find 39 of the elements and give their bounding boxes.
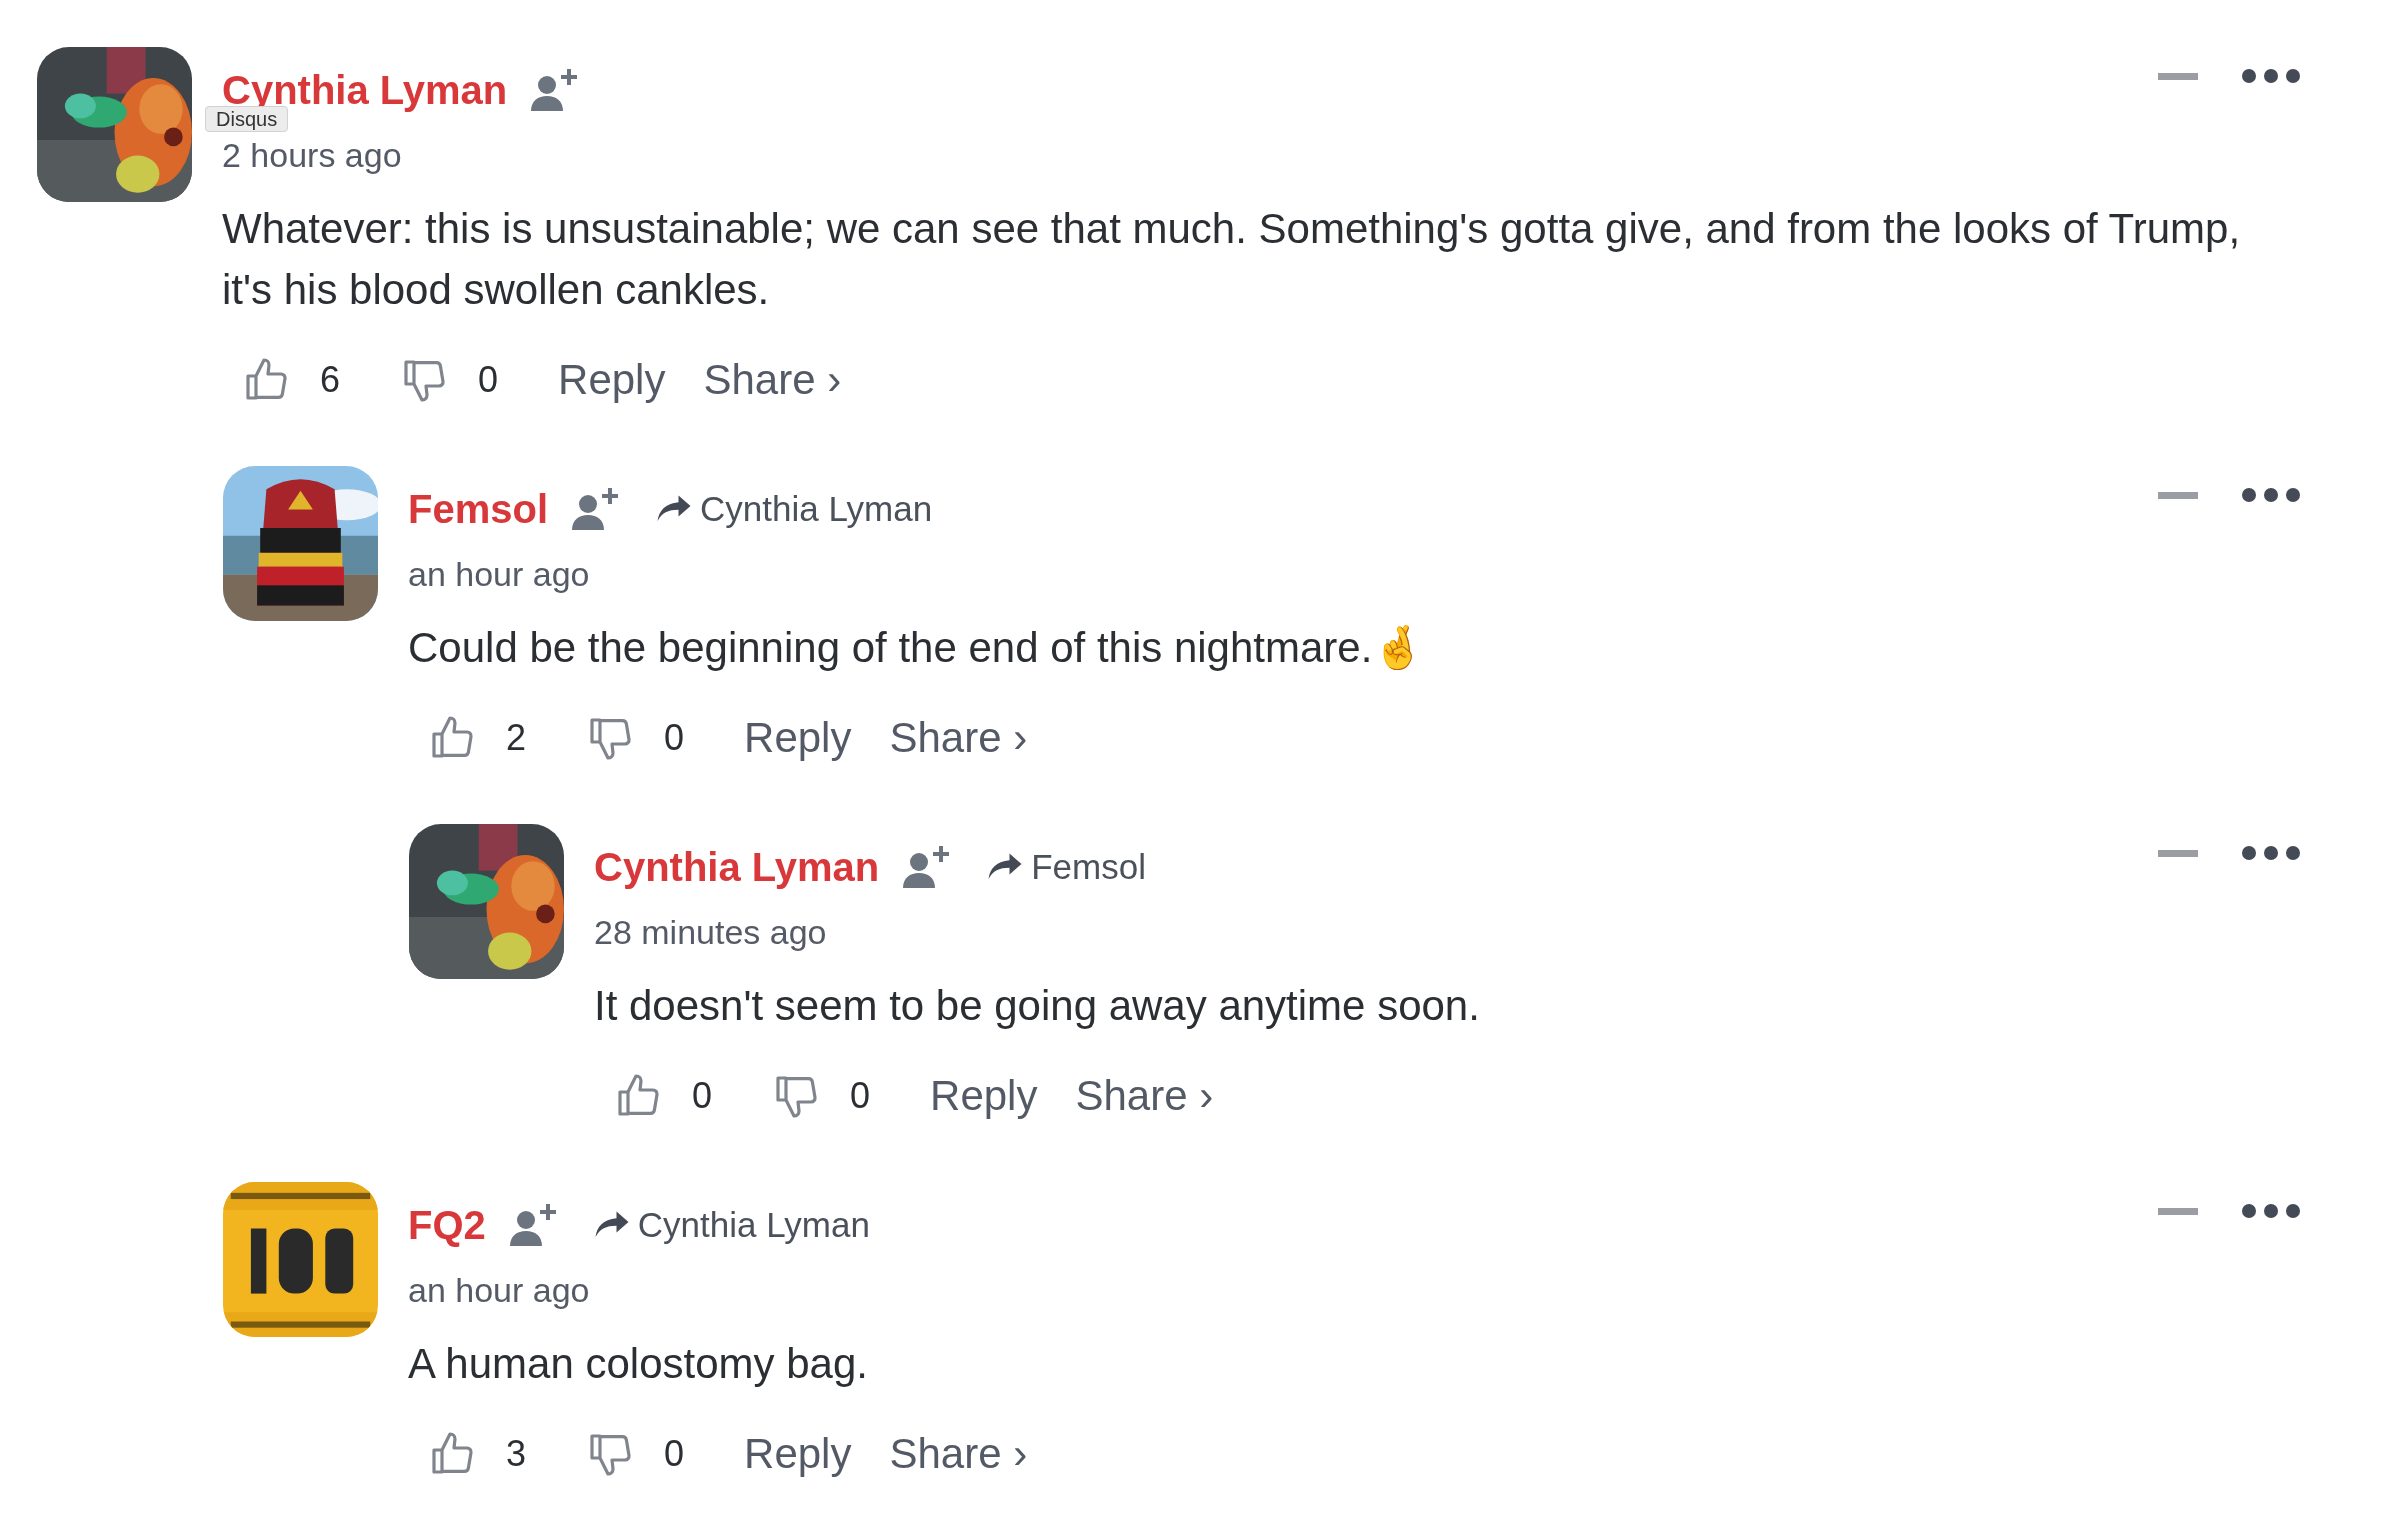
reply-button[interactable]: Reply — [744, 1430, 852, 1478]
comment-text: Could be the beginning of the end of this nightmare.🤞 — [408, 623, 1426, 673]
tooltip: Disqus — [205, 106, 289, 132]
upvote-button[interactable]: 6 — [242, 356, 341, 404]
reply-button[interactable]: Reply — [558, 356, 666, 404]
author-name[interactable]: Femsol — [408, 486, 549, 532]
downvote-button[interactable]: 0 — [586, 1430, 685, 1478]
more-options-button[interactable] — [2242, 846, 2300, 860]
timestamp[interactable]: 28 minutes ago — [594, 913, 827, 951]
comment-text: A human colostomy bag. — [408, 1339, 869, 1389]
downvote-button[interactable]: 0 — [772, 1072, 871, 1120]
timestamp[interactable]: 2 hours ago — [222, 136, 402, 174]
share-button[interactable]: Share › — [889, 714, 1028, 762]
share-button[interactable]: Share › — [1075, 1072, 1214, 1120]
collapse-button[interactable] — [2158, 849, 2198, 857]
collapse-button[interactable] — [2158, 72, 2198, 80]
share-button[interactable]: Share › — [889, 1430, 1028, 1478]
comment-text: Whatever: this is unsustainable; we can see that much. Something's gotta give, and from the looks of Trump, it's his blood swollen cankles. — [222, 204, 2242, 315]
more-options-button[interactable] — [2242, 488, 2300, 502]
reply-button[interactable]: Reply — [744, 714, 852, 762]
downvote-button[interactable]: 0 — [400, 356, 499, 404]
comment-text: It doesn't seem to be going away anytime soon. — [594, 981, 1481, 1031]
timestamp[interactable]: an hour ago — [408, 1271, 590, 1309]
author-name[interactable]: FQ2 — [408, 1202, 486, 1248]
share-button[interactable]: Share › — [703, 356, 842, 404]
collapse-button[interactable] — [2158, 491, 2198, 499]
reply-to-name[interactable]: Cynthia Lyman — [637, 1205, 870, 1245]
collapse-button[interactable] — [2158, 1207, 2198, 1215]
reply-to-name[interactable]: Femsol — [1031, 847, 1146, 887]
author-name[interactable]: Cynthia Lyman — [594, 844, 880, 890]
timestamp[interactable]: an hour ago — [408, 555, 590, 593]
reply-button[interactable]: Reply — [930, 1072, 1038, 1120]
reply-to-name[interactable]: Cynthia Lyman — [700, 489, 933, 529]
downvote-button[interactable]: 0 — [586, 714, 685, 762]
more-options-button[interactable] — [2242, 1204, 2300, 1218]
upvote-button[interactable]: 0 — [614, 1072, 713, 1120]
upvote-button[interactable]: 3 — [428, 1430, 527, 1478]
more-options-button[interactable] — [2242, 69, 2300, 83]
upvote-button[interactable]: 2 — [428, 714, 527, 762]
